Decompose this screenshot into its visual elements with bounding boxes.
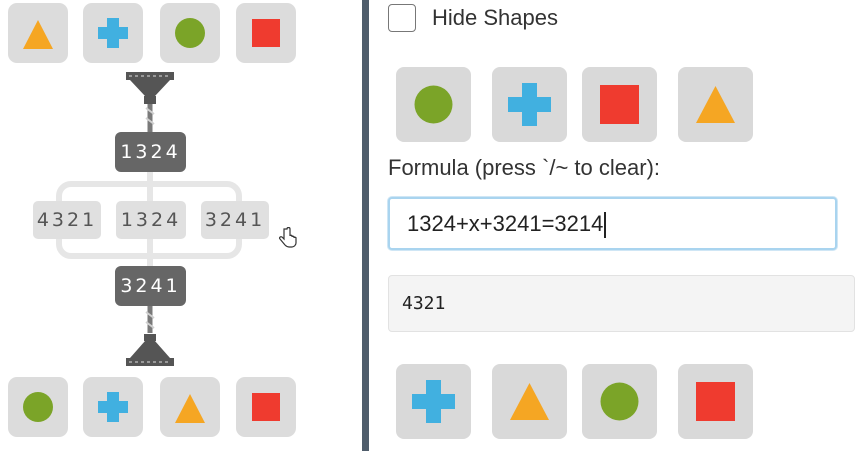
answer-output: 4321	[388, 275, 855, 332]
triangle-button-top[interactable]	[678, 67, 753, 142]
hide-shapes-checkbox[interactable]	[388, 4, 416, 32]
square-icon	[600, 85, 639, 124]
circle-button-bottom[interactable]	[582, 364, 657, 439]
triangle-icon	[510, 383, 549, 420]
top-plus-tile	[83, 3, 143, 63]
hand-cursor-icon	[279, 227, 297, 248]
text-caret	[604, 212, 606, 239]
code-box-center: 1324	[116, 201, 186, 239]
triangle-icon	[175, 394, 205, 423]
top-funnel-icon	[126, 72, 174, 104]
square-icon	[696, 382, 735, 421]
circle-icon	[600, 382, 639, 421]
plus-icon	[508, 83, 551, 126]
square-button-bottom[interactable]	[678, 364, 753, 439]
top-code-box: 1324	[115, 132, 186, 172]
code-box-right: 3241	[201, 201, 269, 239]
panel-divider[interactable]	[362, 0, 369, 451]
bottom-funnel-icon	[126, 334, 174, 366]
formula-input[interactable]: 1324+x+3241=3214	[388, 197, 837, 250]
hide-shapes-label[interactable]: Hide Shapes	[432, 5, 558, 31]
bottom-code-box: 3241	[115, 266, 186, 306]
circle-icon	[23, 392, 53, 422]
formula-label: Formula (press `/~ to clear):	[388, 155, 661, 180]
circle-button-top[interactable]	[396, 67, 471, 142]
circle-icon	[175, 18, 205, 48]
top-square-tile	[236, 3, 296, 63]
square-icon	[252, 393, 280, 421]
triangle-icon	[696, 86, 735, 123]
square-icon	[252, 19, 280, 47]
bottom-circle-tile	[8, 377, 68, 437]
plus-icon	[412, 380, 455, 423]
top-circle-tile	[160, 3, 220, 63]
bottom-plus-tile	[83, 377, 143, 437]
triangle-button-bottom[interactable]	[492, 364, 567, 439]
puzzle-view: 1324 4321 1324 3241 3241	[0, 0, 362, 451]
plus-button-top[interactable]	[492, 67, 567, 142]
control-panel: Hide Shapes Formula (press `/~ to clear)…	[369, 0, 855, 451]
formula-input-value: 1324+x+3241=3214	[407, 211, 604, 236]
plus-icon	[98, 18, 128, 48]
code-box-left: 4321	[33, 201, 101, 239]
circle-icon	[414, 85, 453, 124]
bottom-triangle-tile	[160, 377, 220, 437]
top-triangle-tile	[8, 3, 68, 63]
triangle-icon	[23, 20, 53, 49]
square-button-top[interactable]	[582, 67, 657, 142]
plus-icon	[98, 392, 128, 422]
plus-button-bottom[interactable]	[396, 364, 471, 439]
bottom-square-tile	[236, 377, 296, 437]
